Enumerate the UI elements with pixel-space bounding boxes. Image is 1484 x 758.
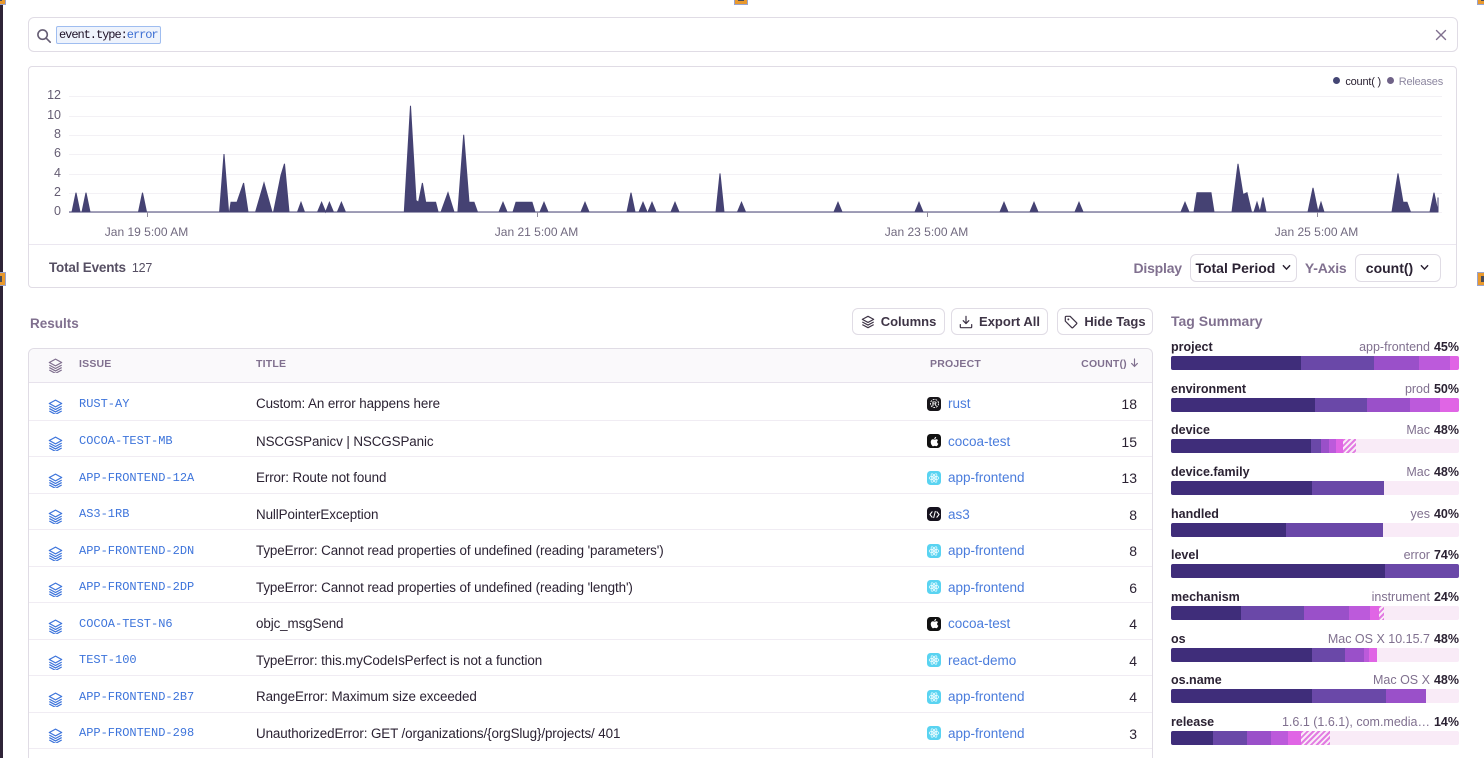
svg-text:R: R <box>932 401 937 408</box>
